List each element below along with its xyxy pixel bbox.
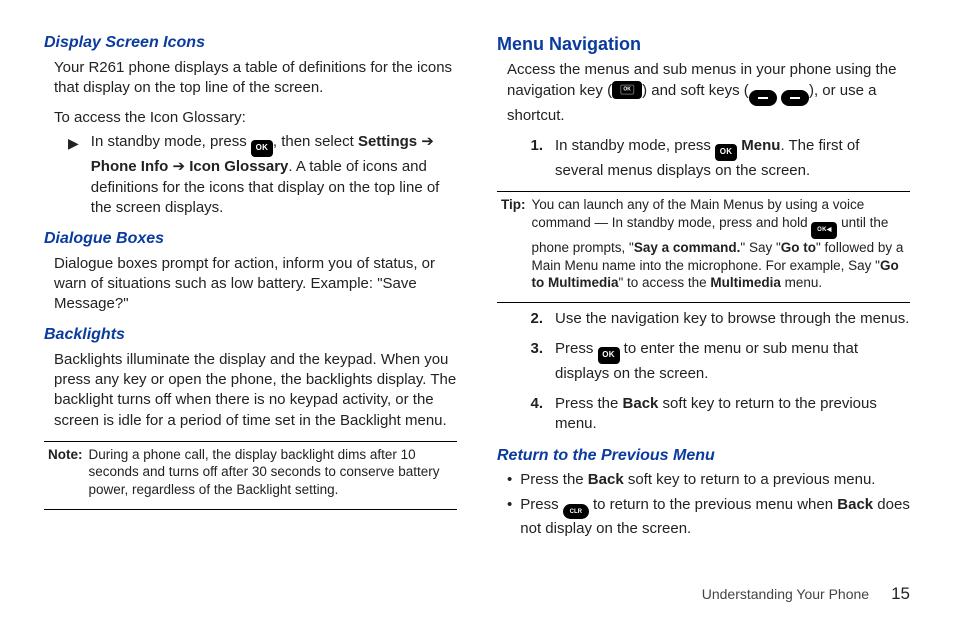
softkey-icon xyxy=(749,90,777,106)
text-fragment: soft key to return to a previous menu. xyxy=(624,471,876,488)
menu-name: Multimedia xyxy=(710,275,781,290)
step-item: 2. Use the navigation key to browse thro… xyxy=(525,309,910,329)
softkey-icon xyxy=(781,90,809,106)
step-number: 3. xyxy=(525,339,543,359)
text-fragment: menu. xyxy=(781,275,822,290)
body-text: Dialogue boxes prompt for action, inform… xyxy=(54,254,457,315)
clr-key-icon: CLR xyxy=(563,504,589,519)
text-fragment: Press the xyxy=(555,395,623,412)
step-text: Press the Back soft key to return to the… xyxy=(555,394,910,435)
ok-key-icon: OK xyxy=(251,140,273,157)
divider xyxy=(44,509,457,510)
arrow-icon: ➔ xyxy=(168,158,189,175)
step-number: 1. xyxy=(525,136,543,156)
nav-key-icon xyxy=(612,81,642,99)
bullet-text: Press the Back soft key to return to a p… xyxy=(520,470,875,490)
softkey-label: Menu xyxy=(737,137,780,154)
bullet-icon: • xyxy=(507,470,512,490)
bullet-icon: • xyxy=(507,495,512,515)
triangle-bullet-icon: ▶ xyxy=(68,134,79,153)
bullet-text: Press CLR to return to the previous menu… xyxy=(520,495,910,540)
note-label: Note: xyxy=(48,446,83,499)
bullet-item: • Press the Back soft key to return to a… xyxy=(507,470,910,490)
arrow-icon: ➔ xyxy=(417,133,434,150)
step-text: In standby mode, press OK Menu. The firs… xyxy=(555,136,910,181)
divider xyxy=(44,441,457,442)
menu-path: Icon Glossary xyxy=(189,158,288,175)
voice-prompt: Say a command. xyxy=(634,240,741,255)
text-fragment: ) and soft keys ( xyxy=(642,82,749,99)
ok-key-icon: OK xyxy=(715,144,737,161)
step-text: Press OK to enter the menu or sub menu t… xyxy=(555,339,910,384)
step-text: Use the navigation key to browse through… xyxy=(555,309,910,329)
tip-block: Tip: You can launch any of the Main Menu… xyxy=(501,196,906,292)
softkey-label: Back xyxy=(588,471,624,488)
text-fragment: Press xyxy=(555,340,598,357)
heading-dialogue-boxes: Dialogue Boxes xyxy=(44,228,457,250)
manual-page: Display Screen Icons Your R261 phone dis… xyxy=(0,0,954,636)
step-item: 4. Press the Back soft key to return to … xyxy=(525,394,910,435)
step-item: 1. In standby mode, press OK Menu. The f… xyxy=(525,136,910,181)
heading-menu-navigation: Menu Navigation xyxy=(497,32,910,56)
heading-backlights: Backlights xyxy=(44,324,457,346)
bullet-item: • Press CLR to return to the previous me… xyxy=(507,495,910,540)
left-column: Display Screen Icons Your R261 phone dis… xyxy=(44,30,457,636)
body-text: Access the menus and sub menus in your p… xyxy=(507,60,910,126)
step-item: ▶ In standby mode, press OK, then select… xyxy=(68,132,457,218)
text-fragment: Press the xyxy=(520,471,588,488)
body-text: To access the Icon Glossary: xyxy=(54,108,457,128)
right-column: Menu Navigation Access the menus and sub… xyxy=(497,30,910,636)
step-item: 3. Press OK to enter the menu or sub men… xyxy=(525,339,910,384)
divider xyxy=(497,191,910,192)
text-fragment: , then select xyxy=(273,133,358,150)
step-text: In standby mode, press OK, then select S… xyxy=(91,132,457,218)
divider xyxy=(497,302,910,303)
body-text: Your R261 phone displays a table of defi… xyxy=(54,58,457,99)
ok-key-icon: OK xyxy=(598,347,620,364)
text-fragment: In standby mode, press xyxy=(91,133,251,150)
softkey-label: Back xyxy=(837,496,873,513)
text-fragment: to return to the previous menu when xyxy=(589,496,837,513)
text-fragment: " Say " xyxy=(740,240,780,255)
step-number: 4. xyxy=(525,394,543,414)
text-fragment: In standby mode, press xyxy=(555,137,715,154)
note-block: Note: During a phone call, the display b… xyxy=(48,446,453,499)
tip-label: Tip: xyxy=(501,196,526,292)
step-number: 2. xyxy=(525,309,543,329)
voice-command: Go to xyxy=(781,240,816,255)
text-fragment: " to access the xyxy=(619,275,711,290)
page-number: 15 xyxy=(891,583,910,606)
heading-display-screen-icons: Display Screen Icons xyxy=(44,32,457,54)
tip-body: You can launch any of the Main Menus by … xyxy=(532,196,907,292)
section-title: Understanding Your Phone xyxy=(702,585,869,604)
body-text: Backlights illuminate the display and th… xyxy=(54,350,457,431)
softkey-label: Back xyxy=(623,395,659,412)
heading-return-previous-menu: Return to the Previous Menu xyxy=(497,445,910,467)
page-footer: Understanding Your Phone 15 xyxy=(702,583,910,606)
menu-path: Settings xyxy=(358,133,417,150)
text-fragment: Press xyxy=(520,496,563,513)
note-body: During a phone call, the display backlig… xyxy=(89,446,454,499)
ok-hold-key-icon: OK◀ xyxy=(811,222,837,239)
menu-path: Phone Info xyxy=(91,158,169,175)
